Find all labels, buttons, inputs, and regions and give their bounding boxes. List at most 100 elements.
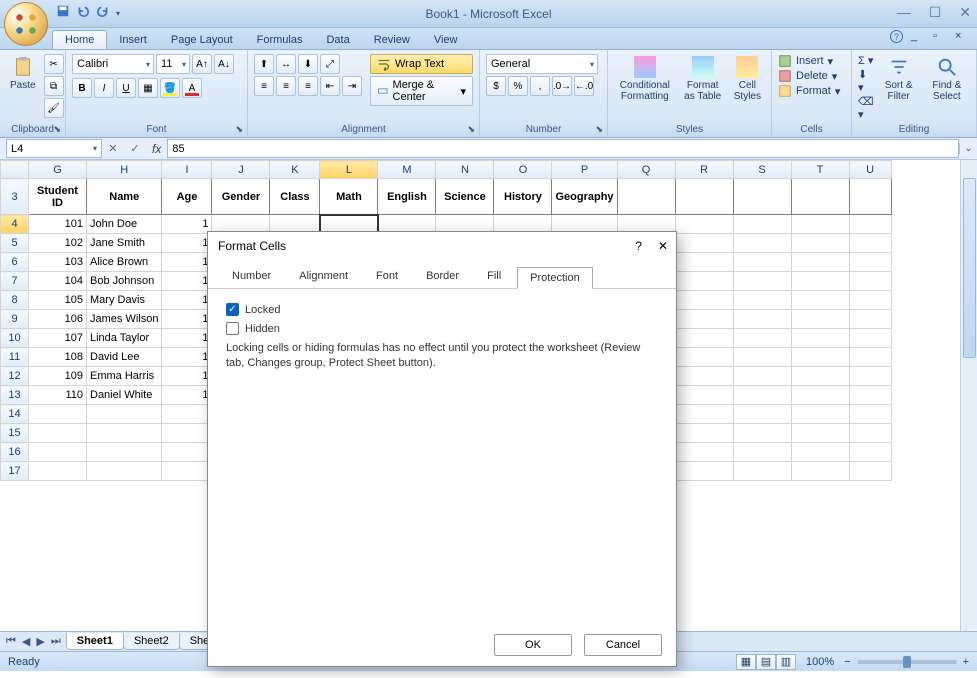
cell[interactable]: [675, 348, 733, 367]
tab-formulas[interactable]: Formulas: [245, 31, 315, 49]
align-bottom-icon[interactable]: ⬇: [298, 54, 318, 74]
cell[interactable]: [87, 405, 162, 424]
clear-button[interactable]: ⌫ ▾: [858, 95, 874, 121]
enter-formula-icon[interactable]: ✓: [124, 142, 146, 155]
col-header-P[interactable]: P: [552, 161, 617, 179]
cell[interactable]: [733, 424, 791, 443]
cell[interactable]: [675, 329, 733, 348]
cell[interactable]: 101: [29, 215, 87, 234]
col-header-Q[interactable]: Q: [617, 161, 675, 179]
bold-button[interactable]: B: [72, 78, 92, 98]
cell[interactable]: [675, 386, 733, 405]
sort-filter-button[interactable]: Sort & Filter: [878, 54, 920, 104]
maximize-button[interactable]: ☐: [929, 4, 942, 21]
tab-page-layout[interactable]: Page Layout: [159, 31, 245, 49]
minimize-button[interactable]: —: [897, 4, 911, 21]
dialog-close-icon[interactable]: ✕: [658, 239, 668, 253]
col-header-S[interactable]: S: [733, 161, 791, 179]
cell[interactable]: [87, 443, 162, 462]
row-header[interactable]: 9: [1, 310, 29, 329]
vertical-scrollbar[interactable]: [960, 160, 977, 631]
cell[interactable]: [675, 424, 733, 443]
cell[interactable]: Daniel White: [87, 386, 162, 405]
font-name-combo[interactable]: Calibri: [72, 54, 154, 74]
cell[interactable]: Emma Harris: [87, 367, 162, 386]
cell[interactable]: [733, 291, 791, 310]
format-painter-icon[interactable]: 🖌: [44, 98, 64, 118]
qat-dropdown-icon[interactable]: ▾: [116, 9, 120, 18]
cell[interactable]: [733, 253, 791, 272]
header-cell[interactable]: Class: [270, 179, 320, 215]
cell[interactable]: [29, 462, 87, 481]
cell[interactable]: [162, 405, 212, 424]
cell[interactable]: [849, 291, 891, 310]
cell[interactable]: [791, 253, 849, 272]
close-button[interactable]: ✕: [959, 4, 971, 21]
help-icon[interactable]: ?: [890, 30, 903, 43]
cell[interactable]: [733, 348, 791, 367]
cell[interactable]: [733, 310, 791, 329]
cell[interactable]: [733, 329, 791, 348]
cell[interactable]: [733, 234, 791, 253]
orientation-icon[interactable]: ⤢: [320, 54, 340, 74]
dialog-tab-number[interactable]: Number: [220, 266, 283, 288]
fill-button[interactable]: ⬇ ▾: [858, 68, 874, 94]
col-header-H[interactable]: H: [87, 161, 162, 179]
decrease-decimal-icon[interactable]: ←.0: [574, 76, 594, 96]
dialog-tab-font[interactable]: Font: [364, 266, 410, 288]
col-header-T[interactable]: T: [791, 161, 849, 179]
formula-bar[interactable]: 85: [167, 139, 959, 158]
dialog-tab-alignment[interactable]: Alignment: [287, 266, 360, 288]
format-as-table-button[interactable]: Format as Table: [680, 54, 726, 104]
cell[interactable]: [849, 367, 891, 386]
cell[interactable]: James Wilson: [87, 310, 162, 329]
fx-icon[interactable]: fx: [146, 142, 167, 156]
cut-icon[interactable]: ✂: [44, 54, 64, 74]
header-cell[interactable]: Geography: [552, 179, 617, 215]
row-header[interactable]: 3: [1, 179, 29, 215]
tab-insert[interactable]: Insert: [107, 31, 159, 49]
format-cells-button[interactable]: Format ▾: [778, 84, 840, 98]
ok-button[interactable]: OK: [494, 634, 572, 656]
cell[interactable]: 1: [162, 386, 212, 405]
dialog-help-icon[interactable]: ?: [635, 239, 642, 253]
cell[interactable]: 1: [162, 310, 212, 329]
tab-home[interactable]: Home: [52, 30, 107, 49]
cell[interactable]: 110: [29, 386, 87, 405]
cell[interactable]: [29, 424, 87, 443]
cell[interactable]: [849, 386, 891, 405]
cell[interactable]: [675, 253, 733, 272]
copy-icon[interactable]: ⧉: [44, 76, 64, 96]
row-header[interactable]: 15: [1, 424, 29, 443]
cell[interactable]: 102: [29, 234, 87, 253]
cell[interactable]: [791, 291, 849, 310]
ribbon-minimize-icon[interactable]: _: [911, 30, 925, 44]
cell[interactable]: [791, 462, 849, 481]
cell[interactable]: [162, 424, 212, 443]
office-button[interactable]: [4, 2, 48, 46]
cell[interactable]: 1: [162, 215, 212, 234]
tab-review[interactable]: Review: [362, 31, 422, 49]
first-sheet-icon[interactable]: ⏮: [4, 635, 18, 648]
cell[interactable]: 1: [162, 348, 212, 367]
align-middle-icon[interactable]: ↔: [276, 54, 296, 74]
header-cell[interactable]: Math: [320, 179, 378, 215]
page-break-view-icon[interactable]: ▥: [776, 654, 796, 670]
cell[interactable]: 1: [162, 272, 212, 291]
cell[interactable]: [849, 234, 891, 253]
cell[interactable]: [87, 462, 162, 481]
col-header-U[interactable]: U: [849, 161, 891, 179]
cell[interactable]: 107: [29, 329, 87, 348]
cell-styles-button[interactable]: Cell Styles: [730, 54, 765, 104]
cell[interactable]: [733, 462, 791, 481]
cell[interactable]: [29, 443, 87, 462]
dialog-tab-fill[interactable]: Fill: [475, 266, 513, 288]
cell[interactable]: [791, 215, 849, 234]
cell[interactable]: Alice Brown: [87, 253, 162, 272]
col-header-L[interactable]: L: [320, 161, 378, 179]
ribbon-restore-icon[interactable]: ▫: [933, 30, 947, 44]
cell[interactable]: [849, 405, 891, 424]
insert-cells-button[interactable]: Insert ▾: [778, 54, 840, 68]
cell[interactable]: 103: [29, 253, 87, 272]
prev-sheet-icon[interactable]: ◀: [20, 635, 32, 648]
